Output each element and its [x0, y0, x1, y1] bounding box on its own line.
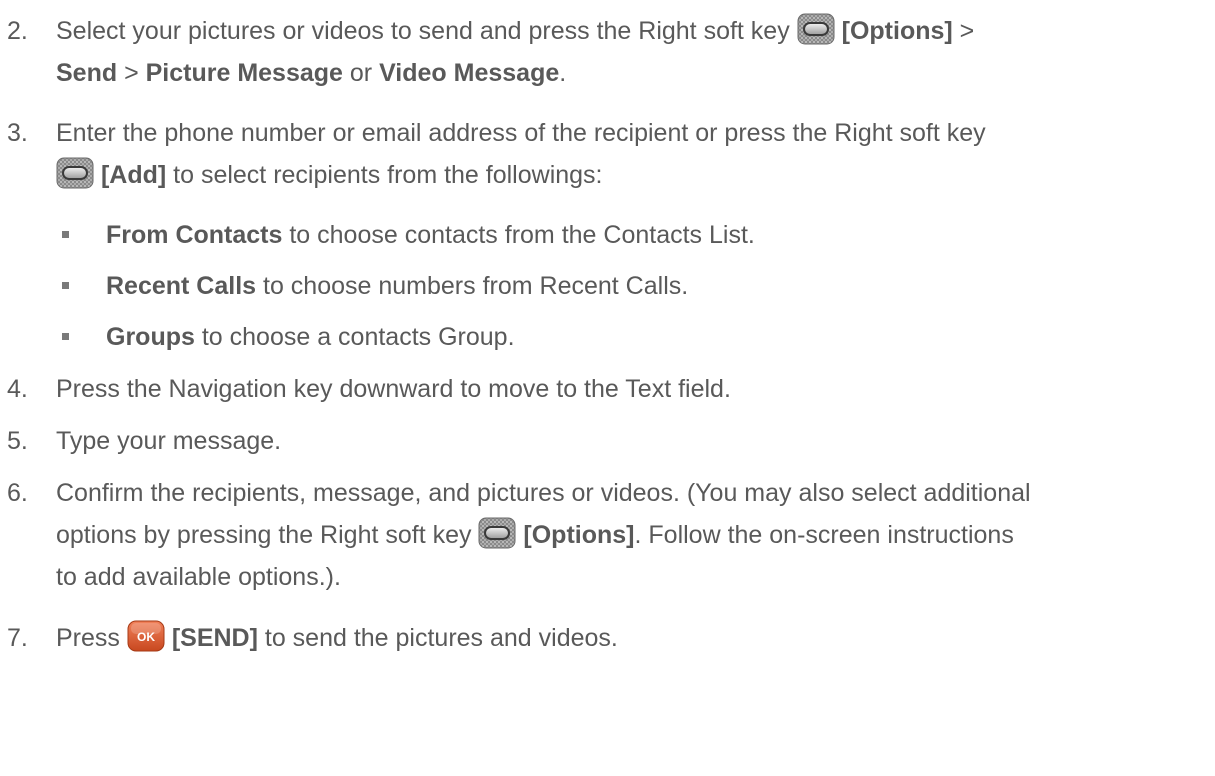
- list-item: Recent Calls to choose numbers from Rece…: [62, 265, 688, 307]
- bullet-text: to choose contacts from the Contacts Lis…: [282, 221, 755, 249]
- step-number: 4.: [7, 375, 28, 403]
- step-6: 6. Confirm the recipients, message, and …: [7, 472, 1031, 598]
- step-7-line: Press OK [SEND] to send the pictures and…: [56, 617, 618, 659]
- step-5-text: Type your message.: [56, 427, 282, 455]
- add-key-label: [Add]: [100, 161, 167, 189]
- step-7: 7. Press OK [SEND] to send the pictures …: [7, 617, 618, 659]
- step-text: to send the pictures and videos.: [257, 624, 618, 652]
- step-text: to select recipients from the followings…: [166, 161, 603, 189]
- separator: >: [117, 59, 146, 87]
- bullet-text: to choose a contacts Group.: [194, 323, 515, 351]
- step-2-line-1: Select your pictures or videos to send a…: [56, 10, 974, 52]
- list-item: Groups to choose a contacts Group.: [62, 316, 515, 358]
- send-menu-label: Send: [56, 59, 118, 87]
- video-message-label: Video Message: [379, 59, 560, 87]
- step-text: Press: [56, 624, 127, 652]
- step-text: options by pressing the Right soft key: [56, 521, 479, 549]
- picture-message-label: Picture Message: [145, 59, 343, 87]
- options-key-label: [Options]: [523, 521, 635, 549]
- step-6-line-1: Confirm the recipients, message, and pic…: [56, 479, 1031, 507]
- bullet-icon: [62, 282, 69, 289]
- step-3-line-1: Enter the phone number or email address …: [56, 119, 986, 147]
- step-text: or: [342, 59, 380, 87]
- step-text: . Follow the on-screen instructions: [634, 521, 1014, 549]
- options-key-label: [Options]: [841, 17, 953, 45]
- right-soft-key-icon: [478, 517, 516, 549]
- step-6-line-2: options by pressing the Right soft key […: [56, 514, 1031, 556]
- step-2-line-2: Send > Picture Message or Video Message.: [56, 52, 974, 94]
- step-4: 4. Press the Navigation key downward to …: [7, 368, 731, 410]
- ok-key-text: OK: [137, 630, 155, 644]
- step-2: 2. Select your pictures or videos to sen…: [7, 10, 974, 94]
- step-text: >: [952, 17, 975, 45]
- bullet-title: Groups: [106, 323, 195, 351]
- bullet-icon: [62, 333, 69, 340]
- step-3-line-2: [Add] to select recipients from the foll…: [56, 154, 986, 196]
- send-key-label: [SEND]: [171, 624, 258, 652]
- list-item: From Contacts to choose contacts from th…: [62, 214, 755, 256]
- step-text: Select your pictures or videos to send a…: [56, 17, 797, 45]
- step-number: 3.: [7, 119, 28, 147]
- bullet-title: Recent Calls: [106, 272, 257, 300]
- step-number: 7.: [7, 624, 28, 652]
- step-number: 5.: [7, 427, 28, 455]
- step-text: .: [559, 59, 567, 87]
- bullet-title: From Contacts: [106, 221, 283, 249]
- bullet-text: to choose numbers from Recent Calls.: [256, 272, 689, 300]
- right-soft-key-icon: [56, 157, 94, 189]
- step-number: 6.: [7, 479, 28, 507]
- bullet-icon: [62, 231, 69, 238]
- step-5: 5. Type your message.: [7, 420, 281, 462]
- right-soft-key-icon: [797, 13, 835, 45]
- ok-key-icon: OK: [127, 620, 165, 652]
- step-6-line-3: to add available options.).: [56, 563, 341, 591]
- step-4-text: Press the Navigation key downward to mov…: [56, 375, 731, 403]
- step-number: 2.: [7, 17, 28, 45]
- step-3: 3. Enter the phone number or email addre…: [7, 112, 986, 196]
